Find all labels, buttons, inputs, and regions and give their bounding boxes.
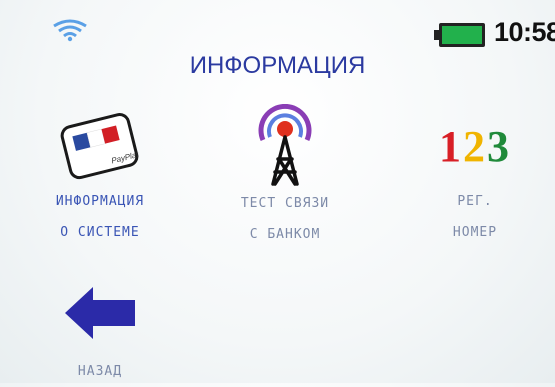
battery-icon [434, 23, 485, 47]
page-title: ИНФОРМАЦИЯ [189, 52, 366, 79]
tile-bank-test[interactable]: ТЕСТ СВЯЗИ С БАНКОМ [205, 104, 365, 250]
antenna-icon [258, 104, 312, 186]
digit-1: 1 [439, 122, 463, 171]
card-icon: PayPlat [60, 113, 140, 180]
digit-3: 3 [487, 122, 511, 171]
status-bar: 10:58 [0, 0, 555, 50]
tile-label-reg-number: РЕГ. НОМЕР [452, 194, 498, 240]
back-button-label: НАЗАД [77, 364, 123, 379]
back-button[interactable]: НАЗАД [20, 284, 180, 387]
clock: 10:58 [494, 17, 555, 47]
digit-2: 2 [463, 122, 487, 171]
numbers-icon: 123 [395, 108, 555, 186]
tile-label-system-info: ИНФОРМАЦИЯ О СИСТЕМЕ [55, 194, 145, 240]
wifi-icon [53, 19, 87, 42]
back-arrow-icon [65, 287, 135, 339]
tile-label-bank-test: ТЕСТ СВЯЗИ С БАНКОМ [240, 196, 330, 242]
tile-system-info[interactable]: PayPlat ИНФОРМАЦИЯ О СИСТЕМЕ [20, 108, 180, 248]
tile-reg-number[interactable]: 123 РЕГ. НОМЕР [395, 108, 555, 248]
